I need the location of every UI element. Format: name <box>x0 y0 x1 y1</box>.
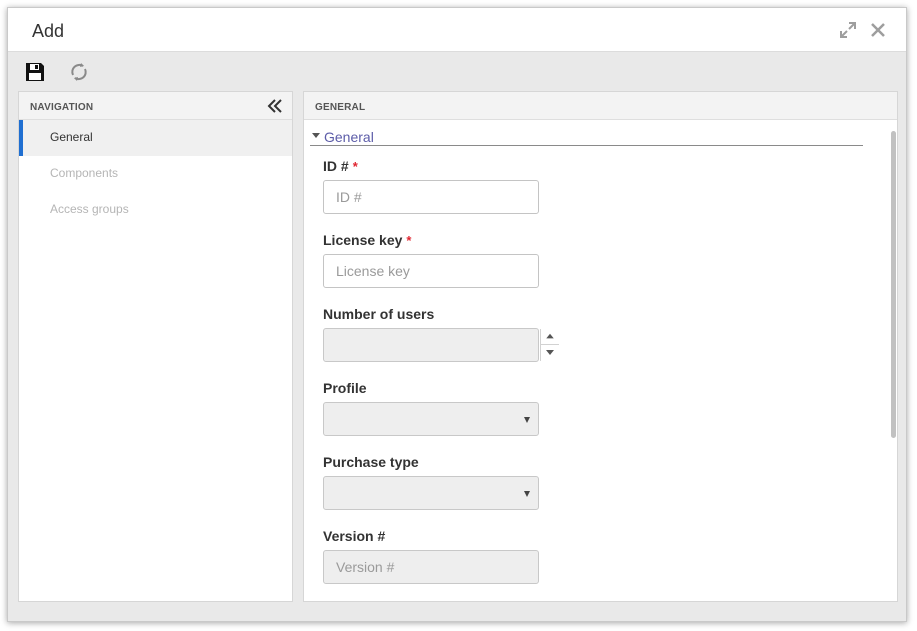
general-header: GENERAL <box>304 92 897 120</box>
toolbar <box>8 53 906 91</box>
nav-item-general[interactable]: General <box>19 120 292 156</box>
save-icon[interactable] <box>24 61 46 83</box>
caret-down-icon <box>312 133 320 138</box>
id-input[interactable] <box>323 180 539 214</box>
dialog-title: Add <box>32 21 65 41</box>
refresh-icon[interactable] <box>68 61 90 83</box>
dropdown-arrow-icon <box>524 417 530 423</box>
number-of-users-stepper[interactable] <box>323 328 559 362</box>
maximize-icon[interactable] <box>838 20 858 40</box>
required-marker: * <box>406 233 412 248</box>
license-key-label: License key * <box>323 232 411 248</box>
number-of-users-label: Number of users <box>323 306 435 322</box>
stepper-up-icon[interactable] <box>541 329 559 345</box>
version-label: Version # <box>323 528 386 544</box>
navigation-header-label: NAVIGATION <box>30 102 94 113</box>
dropdown-arrow-icon <box>524 491 530 497</box>
required-marker: * <box>352 159 358 174</box>
nav-item-access-groups[interactable]: Access groups <box>19 192 292 228</box>
profile-label: Profile <box>323 380 367 396</box>
id-label: ID # * <box>323 158 358 174</box>
license-key-input[interactable] <box>323 254 539 288</box>
add-dialog: Add NAVIGATION General Components Access… <box>7 7 907 622</box>
section-title: General <box>324 129 374 145</box>
profile-select[interactable] <box>323 402 539 436</box>
close-icon[interactable] <box>868 20 888 40</box>
general-panel: GENERAL General ID #* License key* Numbe… <box>303 91 898 602</box>
title-bar: Add <box>8 8 906 52</box>
license-key-label-text: License key <box>323 232 403 248</box>
collapse-double-chevron-icon[interactable] <box>266 97 284 115</box>
id-label-text: ID # <box>323 158 349 174</box>
navigation-header: NAVIGATION <box>19 92 292 120</box>
version-input[interactable] <box>323 550 539 584</box>
purchase-type-select[interactable] <box>323 476 539 510</box>
purchase-type-label: Purchase type <box>323 454 419 470</box>
navigation-panel: NAVIGATION General Components Access gro… <box>18 91 293 602</box>
stepper-controls <box>540 329 559 361</box>
nav-item-components[interactable]: Components <box>19 156 292 192</box>
general-section-toggle[interactable]: General <box>310 128 863 146</box>
stepper-down-icon[interactable] <box>541 345 559 361</box>
content-scrollbar[interactable] <box>891 131 896 438</box>
general-header-label: GENERAL <box>315 102 366 113</box>
